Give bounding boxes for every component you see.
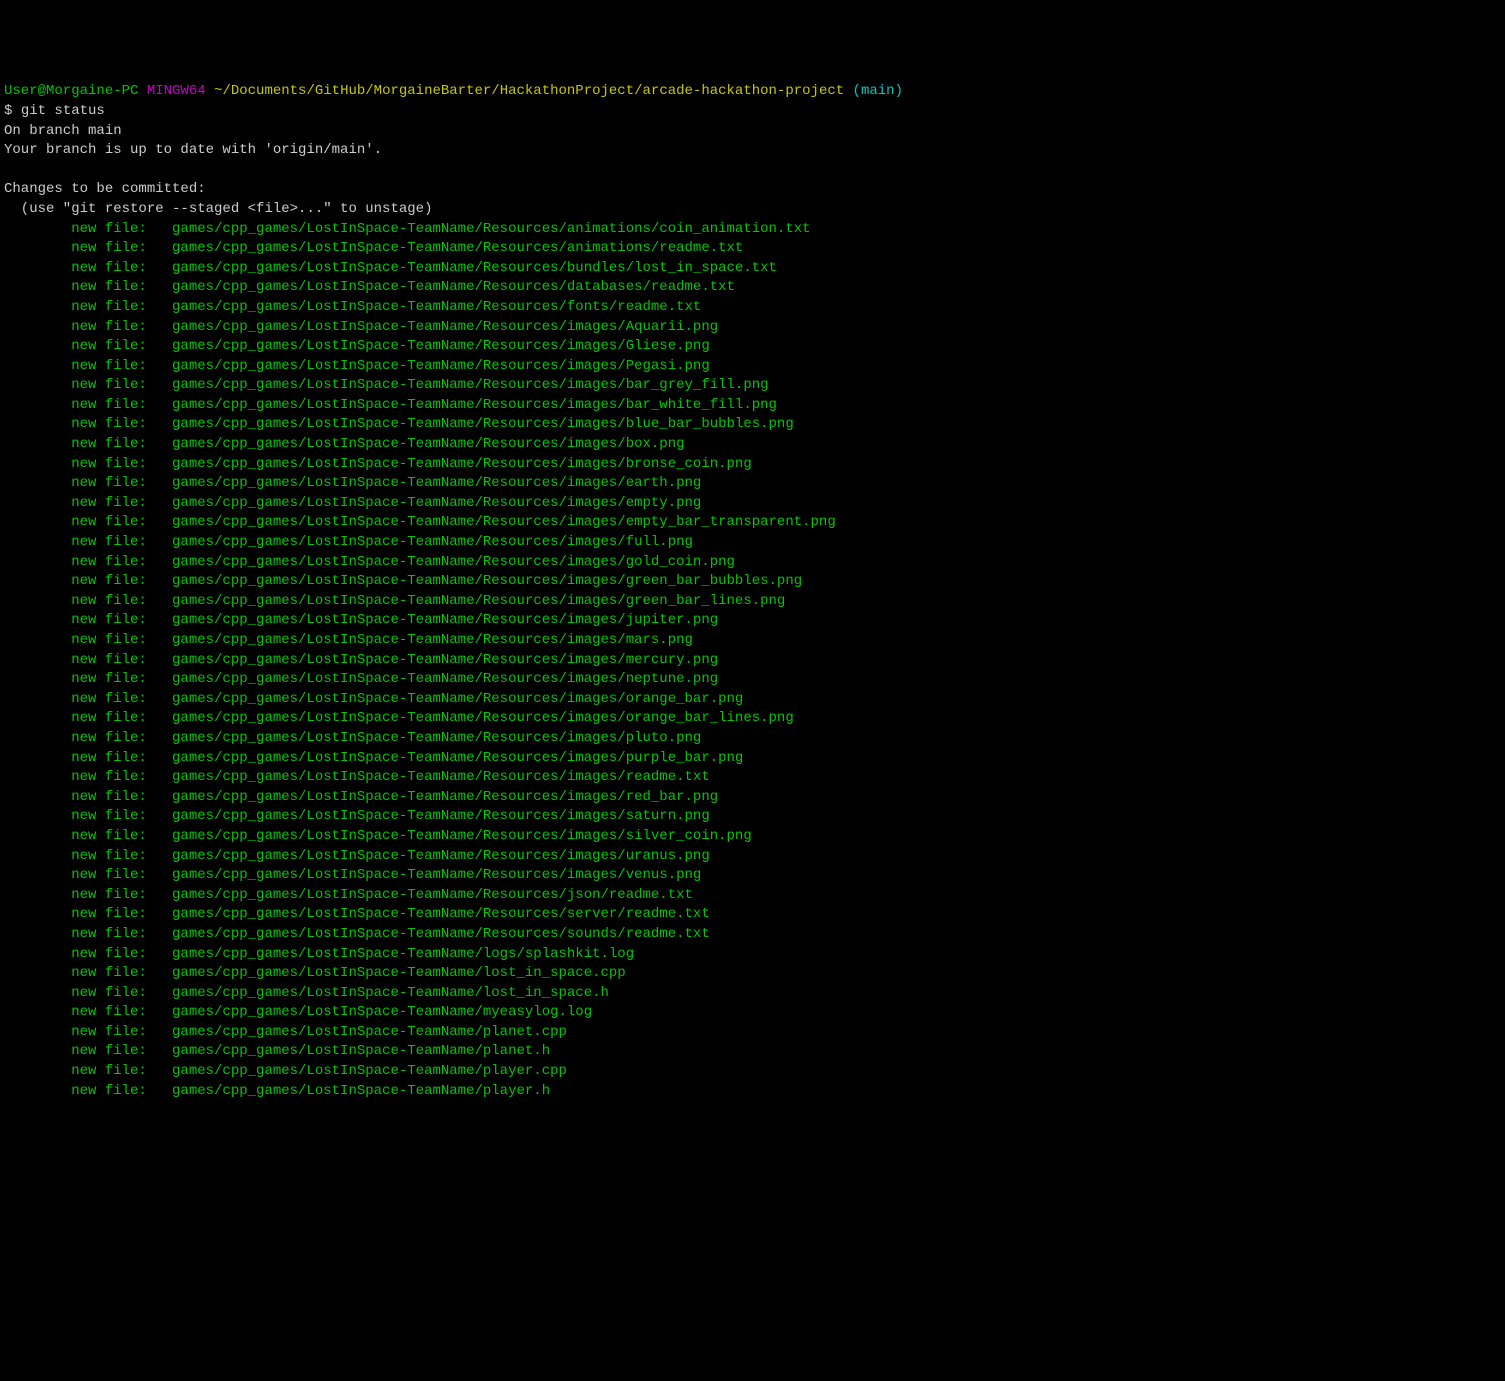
- staged-file-line: new file: games/cpp_games/LostInSpace-Te…: [4, 789, 718, 805]
- staged-file-line: new file: games/cpp_games/LostInSpace-Te…: [4, 652, 718, 668]
- branch-open: (: [844, 83, 861, 99]
- staged-file-line: new file: games/cpp_games/LostInSpace-Te…: [4, 828, 752, 844]
- staged-file-line: new file: games/cpp_games/LostInSpace-Te…: [4, 593, 785, 609]
- prompt-symbol: $: [4, 103, 21, 119]
- on-branch-line: On branch main: [4, 123, 122, 139]
- staged-file-line: new file: games/cpp_games/LostInSpace-Te…: [4, 906, 710, 922]
- command-text: git status: [21, 103, 105, 119]
- staged-file-line: new file: games/cpp_games/LostInSpace-Te…: [4, 495, 701, 511]
- staged-file-line: new file: games/cpp_games/LostInSpace-Te…: [4, 867, 701, 883]
- staged-file-line: new file: games/cpp_games/LostInSpace-Te…: [4, 750, 743, 766]
- staged-file-line: new file: games/cpp_games/LostInSpace-Te…: [4, 319, 718, 335]
- staged-file-line: new file: games/cpp_games/LostInSpace-Te…: [4, 240, 743, 256]
- staged-file-line: new file: games/cpp_games/LostInSpace-Te…: [4, 416, 794, 432]
- prompt-line: User@Morgaine-PC MINGW64 ~/Documents/Git…: [4, 83, 903, 99]
- staged-file-line: new file: games/cpp_games/LostInSpace-Te…: [4, 534, 693, 550]
- staged-file-line: new file: games/cpp_games/LostInSpace-Te…: [4, 475, 701, 491]
- staged-file-line: new file: games/cpp_games/LostInSpace-Te…: [4, 926, 710, 942]
- staged-file-line: new file: games/cpp_games/LostInSpace-Te…: [4, 946, 634, 962]
- up-to-date-line: Your branch is up to date with 'origin/m…: [4, 142, 382, 158]
- staged-file-line: new file: games/cpp_games/LostInSpace-Te…: [4, 691, 743, 707]
- staged-file-line: new file: games/cpp_games/LostInSpace-Te…: [4, 1004, 592, 1020]
- staged-file-line: new file: games/cpp_games/LostInSpace-Te…: [4, 397, 777, 413]
- unstage-hint: (use "git restore --staged <file>..." to…: [4, 201, 432, 217]
- command-line: $ git status: [4, 103, 105, 119]
- staged-file-line: new file: games/cpp_games/LostInSpace-Te…: [4, 887, 693, 903]
- prompt-user: User@Morgaine-PC: [4, 83, 138, 99]
- staged-file-line: new file: games/cpp_games/LostInSpace-Te…: [4, 358, 710, 374]
- staged-file-line: new file: games/cpp_games/LostInSpace-Te…: [4, 573, 802, 589]
- staged-file-line: new file: games/cpp_games/LostInSpace-Te…: [4, 436, 685, 452]
- staged-file-line: new file: games/cpp_games/LostInSpace-Te…: [4, 260, 777, 276]
- prompt-branch: main: [861, 83, 895, 99]
- staged-file-line: new file: games/cpp_games/LostInSpace-Te…: [4, 730, 701, 746]
- staged-file-line: new file: games/cpp_games/LostInSpace-Te…: [4, 985, 609, 1001]
- staged-file-line: new file: games/cpp_games/LostInSpace-Te…: [4, 1043, 550, 1059]
- staged-file-line: new file: games/cpp_games/LostInSpace-Te…: [4, 456, 752, 472]
- staged-file-line: new file: games/cpp_games/LostInSpace-Te…: [4, 554, 735, 570]
- staged-file-line: new file: games/cpp_games/LostInSpace-Te…: [4, 612, 718, 628]
- staged-file-line: new file: games/cpp_games/LostInSpace-Te…: [4, 1063, 567, 1079]
- staged-file-line: new file: games/cpp_games/LostInSpace-Te…: [4, 1024, 567, 1040]
- staged-file-line: new file: games/cpp_games/LostInSpace-Te…: [4, 338, 710, 354]
- staged-file-line: new file: games/cpp_games/LostInSpace-Te…: [4, 377, 769, 393]
- staged-file-line: new file: games/cpp_games/LostInSpace-Te…: [4, 632, 693, 648]
- staged-file-line: new file: games/cpp_games/LostInSpace-Te…: [4, 221, 811, 237]
- terminal-output[interactable]: User@Morgaine-PC MINGW64 ~/Documents/Git…: [4, 82, 1501, 1101]
- branch-close: ): [895, 83, 903, 99]
- staged-file-line: new file: games/cpp_games/LostInSpace-Te…: [4, 965, 626, 981]
- changes-header: Changes to be committed:: [4, 181, 206, 197]
- staged-file-line: new file: games/cpp_games/LostInSpace-Te…: [4, 299, 701, 315]
- staged-file-line: new file: games/cpp_games/LostInSpace-Te…: [4, 769, 710, 785]
- prompt-path: ~/Documents/GitHub/MorgaineBarter/Hackat…: [206, 83, 845, 99]
- prompt-shell: MINGW64: [138, 83, 205, 99]
- staged-file-line: new file: games/cpp_games/LostInSpace-Te…: [4, 671, 718, 687]
- staged-file-line: new file: games/cpp_games/LostInSpace-Te…: [4, 710, 794, 726]
- staged-file-line: new file: games/cpp_games/LostInSpace-Te…: [4, 514, 836, 530]
- staged-file-line: new file: games/cpp_games/LostInSpace-Te…: [4, 848, 710, 864]
- staged-files-list: new file: games/cpp_games/LostInSpace-Te…: [4, 220, 1501, 1102]
- staged-file-line: new file: games/cpp_games/LostInSpace-Te…: [4, 1083, 550, 1099]
- staged-file-line: new file: games/cpp_games/LostInSpace-Te…: [4, 279, 735, 295]
- staged-file-line: new file: games/cpp_games/LostInSpace-Te…: [4, 808, 710, 824]
